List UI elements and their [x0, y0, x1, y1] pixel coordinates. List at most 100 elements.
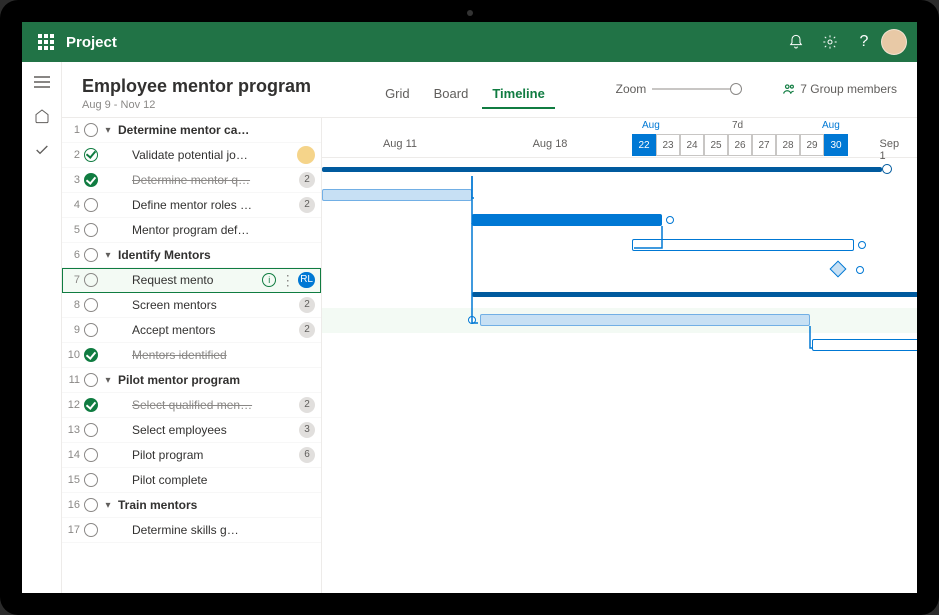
task-status-icon[interactable] [84, 398, 98, 412]
task-status-icon[interactable] [84, 298, 98, 312]
task-name[interactable]: Screen mentors [120, 298, 295, 312]
task-name[interactable]: Accept mentors [120, 323, 295, 337]
zoom-control[interactable]: Zoom [616, 82, 743, 96]
user-avatar[interactable] [881, 29, 907, 55]
task-row[interactable]: 3Determine mentor q…2 [62, 168, 321, 193]
task-name[interactable]: Mentor program def… [120, 223, 315, 237]
timeline-day-cell[interactable]: 26 [728, 134, 752, 156]
task-row[interactable]: 15Pilot complete [62, 468, 321, 493]
timeline-day-cell[interactable]: 24 [680, 134, 704, 156]
task-row[interactable]: 14Pilot program6 [62, 443, 321, 468]
assignee-count-chip[interactable]: 2 [299, 322, 315, 338]
timeline-day-cell[interactable]: 30 [824, 134, 848, 156]
task-row[interactable]: 1▾Determine mentor ca… [62, 118, 321, 143]
group-members-button[interactable]: 7 Group members [782, 82, 897, 96]
view-board[interactable]: Board [424, 80, 479, 109]
task-row[interactable]: 7Request mentoi⋮RL [62, 268, 321, 293]
home-icon[interactable] [26, 100, 58, 132]
task-row[interactable]: 4Define mentor roles …2 [62, 193, 321, 218]
gantt-task-bar[interactable] [812, 339, 917, 351]
task-row[interactable]: 11▾Pilot mentor program [62, 368, 321, 393]
task-status-icon[interactable] [84, 423, 98, 437]
more-icon[interactable]: ⋮ [280, 273, 294, 287]
task-status-icon[interactable] [84, 173, 98, 187]
help-icon[interactable]: ? [847, 25, 881, 59]
task-name[interactable]: Identify Mentors [118, 248, 315, 262]
task-name[interactable]: Pilot complete [120, 473, 315, 487]
timeline-day-cell[interactable]: 25 [704, 134, 728, 156]
expand-icon[interactable]: ▾ [102, 125, 114, 136]
task-row[interactable]: 9Accept mentors2 [62, 318, 321, 343]
task-status-icon[interactable] [84, 198, 98, 212]
task-name[interactable]: Determine mentor ca… [118, 123, 315, 137]
timeline-day-cell[interactable]: 22 [632, 134, 656, 156]
zoom-slider-track[interactable] [652, 88, 742, 90]
task-status-icon[interactable] [84, 273, 98, 287]
task-status-icon[interactable] [84, 498, 98, 512]
task-status-icon[interactable] [84, 523, 98, 537]
task-status-icon[interactable] [84, 348, 98, 362]
task-name[interactable]: Define mentor roles … [120, 198, 295, 212]
task-row[interactable]: 6 ▾ Identify Mentors [62, 243, 321, 268]
assignee-count-chip[interactable]: 2 [299, 172, 315, 188]
task-row[interactable]: 8Screen mentors2 [62, 293, 321, 318]
expand-icon[interactable]: ▾ [102, 250, 114, 261]
task-status-icon[interactable] [84, 223, 98, 237]
task-row[interactable]: 13Select employees3 [62, 418, 321, 443]
zoom-slider-thumb[interactable] [730, 83, 742, 95]
settings-icon[interactable] [813, 25, 847, 59]
assignee-avatar[interactable] [297, 146, 315, 164]
task-name[interactable]: Validate potential jo… [120, 148, 293, 162]
notifications-icon[interactable] [779, 25, 813, 59]
menu-icon[interactable] [26, 66, 58, 98]
gantt-summary-bar[interactable] [472, 292, 917, 297]
task-status-icon[interactable] [84, 323, 98, 337]
gantt-milestone-icon[interactable] [830, 261, 847, 278]
task-row[interactable]: 12Select qualified men…2 [62, 393, 321, 418]
assignee-count-chip[interactable]: 3 [299, 422, 315, 438]
assignee-count-chip[interactable]: 2 [299, 297, 315, 313]
task-status-icon[interactable] [84, 123, 98, 137]
timeline-day-cell[interactable]: 28 [776, 134, 800, 156]
gantt-task-bar[interactable] [322, 189, 472, 201]
task-name[interactable]: Request mento [120, 273, 258, 287]
gantt-task-bar[interactable] [632, 239, 854, 251]
task-row-number: 6 [66, 249, 80, 261]
info-icon[interactable]: i [262, 273, 276, 287]
task-status-icon[interactable] [84, 473, 98, 487]
task-row[interactable]: 2Validate potential jo… [62, 143, 321, 168]
task-name[interactable]: Select employees [120, 423, 295, 437]
task-name[interactable]: Pilot program [120, 448, 295, 462]
check-icon[interactable] [26, 134, 58, 166]
timeline-day-cell[interactable]: 27 [752, 134, 776, 156]
task-name[interactable]: Determine mentor q… [120, 173, 295, 187]
task-status-icon[interactable] [84, 448, 98, 462]
task-name[interactable]: Determine skills g… [120, 523, 315, 537]
task-row[interactable]: 16▾Train mentors [62, 493, 321, 518]
app-launcher-icon[interactable] [32, 28, 60, 56]
task-name[interactable]: Mentors identified [120, 348, 315, 362]
timeline-panel[interactable]: Aug 11 Aug 18 Aug 7d Aug 222324252627282… [322, 118, 917, 593]
task-status-icon[interactable] [84, 373, 98, 387]
assignee-count-chip[interactable]: 2 [299, 197, 315, 213]
gantt-task-bar[interactable] [480, 314, 810, 326]
task-name[interactable]: Select qualified men… [120, 398, 295, 412]
task-status-icon[interactable] [84, 248, 98, 262]
task-row[interactable]: 17Determine skills g… [62, 518, 321, 543]
view-grid[interactable]: Grid [375, 80, 420, 109]
task-name[interactable]: Pilot mentor program [118, 373, 315, 387]
expand-icon[interactable]: ▾ [102, 375, 114, 386]
task-row[interactable]: 10Mentors identified [62, 343, 321, 368]
task-name[interactable]: Train mentors [118, 498, 315, 512]
view-timeline[interactable]: Timeline [482, 80, 555, 109]
gantt-summary-bar[interactable] [322, 167, 882, 172]
timeline-day-cell[interactable]: 29 [800, 134, 824, 156]
expand-icon[interactable]: ▾ [102, 500, 114, 511]
assignee-count-chip[interactable]: 6 [299, 447, 315, 463]
task-row[interactable]: 5Mentor program def… [62, 218, 321, 243]
assignee-count-chip[interactable]: 2 [299, 397, 315, 413]
gantt-task-bar[interactable] [472, 214, 662, 226]
assignee-initials-chip[interactable]: RL [298, 272, 315, 288]
task-status-icon[interactable] [84, 148, 98, 162]
timeline-day-cell[interactable]: 23 [656, 134, 680, 156]
